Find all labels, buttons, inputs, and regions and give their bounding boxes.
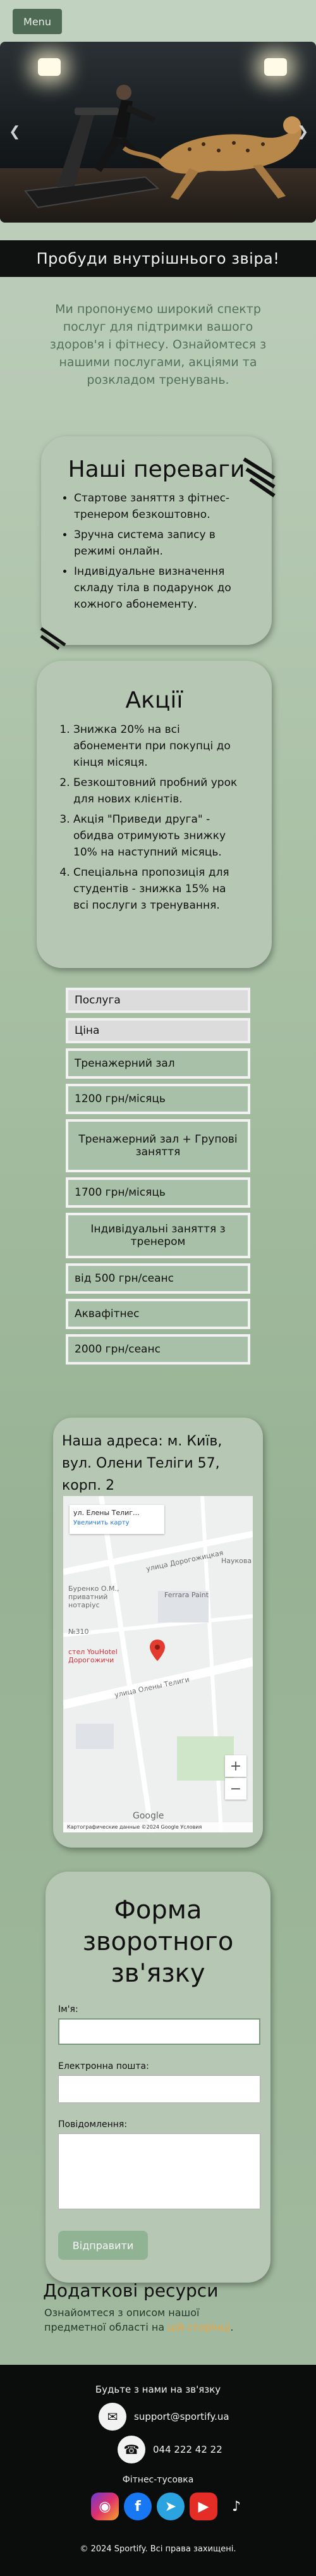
name-input[interactable] [58,2018,260,2045]
submit-button[interactable]: Відправити [58,2231,148,2260]
resources-text: Ознайомтеся з описом нашої предметної об… [44,2305,259,2334]
footer: Будьте з нами на зв'язку ✉ support@sport… [0,2365,316,2576]
chevron-left-icon[interactable]: ❮ [9,124,20,140]
table-cell: Аквафітнес [66,1299,250,1329]
promotions-list: Знижка 20% на всі абонементи при покупці… [59,721,243,917]
intro-text: Ми пропонуємо широкий спектр послуг для … [49,302,267,387]
map-label: стел YouHotel Дорогожичи [68,1648,118,1664]
menu-button[interactable]: Menu [13,9,62,34]
advantages-list: Стартове заняття з фітнес-тренером безко… [60,490,253,616]
instagram-icon[interactable]: ◉ [91,2493,119,2520]
list-item: Знижка 20% на всі абонементи при покупці… [73,721,243,771]
youtube-icon[interactable]: ▶ [190,2493,217,2520]
slogan-banner: Пробуди внутрішнього звіра! [0,240,316,277]
hero-slider[interactable]: ❮ ❯ [0,42,316,223]
map-pin-icon[interactable] [149,1639,166,1662]
map-place-card: ул. Елены Телиг... Увеличить карту [70,1505,164,1534]
chevron-right-icon[interactable]: ❯ [297,124,308,140]
email-link[interactable]: support@sportify.ua [134,2411,229,2422]
email-contact[interactable]: ✉ support@sportify.ua [99,2403,229,2431]
list-item: Індивідуальне визначення складу тіла в п… [74,563,253,613]
address-text: Наша адреса: м. Київ, вул. Олени Теліги … [62,1433,222,1493]
location-card: Наша адреса: м. Київ, вул. Олени Теліги … [53,1418,263,1848]
resources-text-end: . [230,2321,234,2333]
social-links: ◉ f ➤ ▶ ♪ [91,2493,250,2520]
facebook-icon[interactable]: f [124,2493,152,2520]
stay-in-touch-text: Будьте з нами на зв'язку [95,2384,221,2395]
map-label: №310 [68,1628,89,1636]
map-label: Ferrara Paint [164,1591,209,1599]
email-input[interactable] [58,2075,260,2103]
list-item: Зручна система запису в режимі онлайн. [74,527,253,560]
copyright-text: © 2024 Sportify. Всі права захищені. [80,2544,236,2554]
table-cell: 1700 грн/місяць [66,1177,250,1208]
email-label: Електронна пошта: [58,2061,149,2071]
table-cell: Тренажерний зал [66,1048,250,1079]
google-logo: Google [133,1811,164,1821]
table-header-cell: Ціна [66,1018,250,1043]
telegram-icon[interactable]: ➤ [157,2493,185,2520]
table-header-cell: Послуга [66,988,250,1013]
zoom-in-button[interactable]: + [225,1755,246,1777]
contact-form-title: Форма зворотного зв'язку [82,1896,234,1988]
list-item: Спеціальна пропозиція для студентів - зн… [73,864,243,914]
promotions-card: Акції Знижка 20% на всі абонементи при п… [37,661,272,968]
resources-link[interactable]: цій сторінці [167,2321,230,2333]
table-cell: Індивідуальні заняття з тренером [66,1213,250,1258]
table-cell: від 500 грн/сеанс [66,1263,250,1294]
advantages-card: Наші переваги Стартове заняття з фітнес-… [40,436,276,651]
hero-image [24,85,302,209]
message-textarea[interactable] [58,2133,260,2209]
price-table: Послуга Ціна Тренажерний зал 1200 грн/мі… [66,988,250,1370]
table-cell: 2000 грн/сеанс [66,1334,250,1365]
list-item: Безкоштовний пробний урок для нових кліє… [73,775,243,807]
phone-icon: ☎ [118,2436,145,2463]
map-label: Наукова [221,1557,252,1565]
map-attribution: Картографические данные ©2024 Google Усл… [63,1822,253,1832]
table-cell: Тренажерний зал + Групові заняття [66,1119,250,1172]
list-item: Стартове заняття з фітнес-тренером безко… [74,490,253,523]
google-map[interactable]: ул. Елены Телиг... Увеличить карту Бурен… [63,1496,253,1832]
envelope-icon: ✉ [99,2403,126,2431]
phone-link[interactable]: 044 222 42 22 [153,2444,222,2455]
contact-form-card: Форма зворотного зв'язку Ім'я: Електронн… [46,1872,270,2283]
map-roads [63,1496,253,1832]
promotions-title: Акції [125,687,183,713]
enlarge-map-link[interactable]: Увеличить карту [73,1519,161,1526]
community-text: Фітнес-тусовка [122,2475,194,2485]
phone-contact[interactable]: ☎ 044 222 42 22 [118,2436,222,2463]
map-place-name: ул. Елены Телиг... [73,1509,140,1517]
resources-title: Додаткові ресурси [43,2280,219,2301]
decor-stripes-icon [40,627,66,651]
zoom-out-button[interactable]: − [225,1778,246,1800]
table-cell: 1200 грн/місяць [66,1084,250,1114]
name-label: Ім'я: [58,2004,78,2015]
map-label: Буренко О.М., приватний нотаріус [68,1585,119,1609]
list-item: Акція "Приведи друга" - обидва отримують… [73,811,243,861]
message-label: Повідомлення: [58,2119,128,2130]
tiktok-icon[interactable]: ♪ [222,2493,250,2520]
